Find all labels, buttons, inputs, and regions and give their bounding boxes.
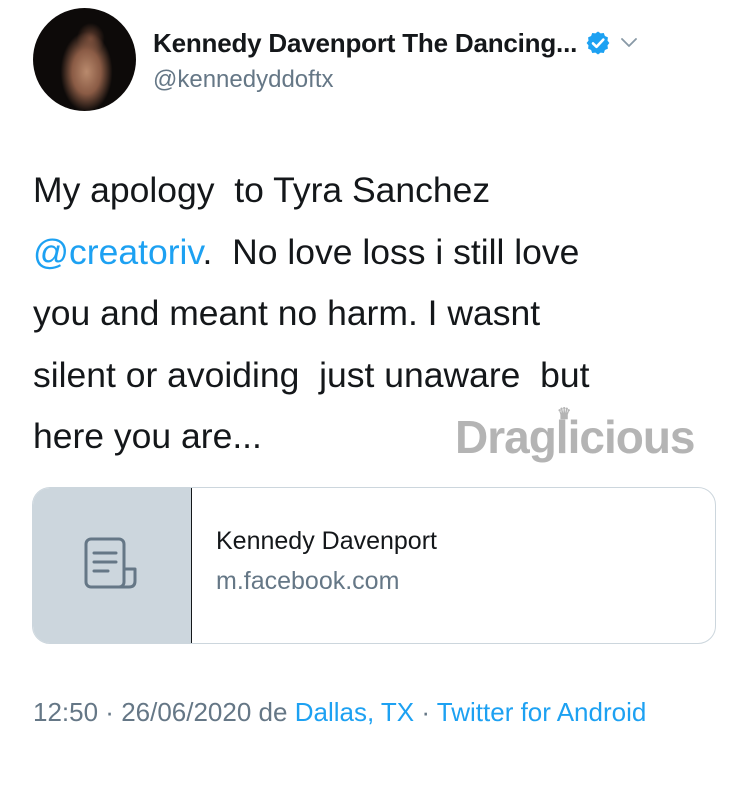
watermark-text: Draglicious bbox=[455, 411, 696, 463]
from-label: de bbox=[251, 697, 295, 727]
document-icon bbox=[83, 536, 141, 595]
tweet-line: My apology to Tyra Sanchez bbox=[33, 170, 491, 210]
author-name-row: Kennedy Davenport The Dancing... bbox=[153, 26, 639, 60]
tweet-line: . No love loss i still love bbox=[202, 231, 580, 272]
link-card-thumbnail bbox=[33, 488, 192, 643]
link-card-title: Kennedy Davenport bbox=[216, 527, 437, 555]
chevron-down-icon[interactable] bbox=[619, 33, 639, 53]
link-card-body: Kennedy Davenport m.facebook.com bbox=[192, 488, 437, 643]
tweet-line: silent or avoiding just unaware but bbox=[33, 354, 590, 395]
tweet-date[interactable]: 26/06/2020 bbox=[121, 697, 251, 727]
client-link[interactable]: Twitter for Android bbox=[437, 697, 647, 727]
author-handle[interactable]: @kennedyddoftx bbox=[153, 66, 333, 94]
author-display-name[interactable]: Kennedy Davenport The Dancing... bbox=[153, 28, 577, 59]
separator: · bbox=[414, 697, 437, 727]
crown-icon: ♛ bbox=[557, 406, 571, 423]
tweet-metadata: 12:50 · 26/06/2020 de Dallas, TX · Twitt… bbox=[33, 692, 713, 732]
separator: · bbox=[98, 697, 122, 727]
tweet-time[interactable]: 12:50 bbox=[33, 697, 98, 727]
verified-badge-icon bbox=[585, 30, 611, 56]
mention-link[interactable]: @creatoriv bbox=[33, 232, 203, 272]
avatar[interactable] bbox=[33, 8, 136, 111]
tweet-line: you and meant no harm. I wasnt bbox=[33, 293, 541, 333]
tweet-line: here you are... bbox=[33, 416, 262, 456]
link-card[interactable]: Kennedy Davenport m.facebook.com bbox=[32, 487, 716, 644]
link-card-domain: m.facebook.com bbox=[216, 567, 400, 595]
watermark: Draglicious ♛ bbox=[455, 406, 696, 464]
location-link[interactable]: Dallas, TX bbox=[295, 697, 414, 727]
